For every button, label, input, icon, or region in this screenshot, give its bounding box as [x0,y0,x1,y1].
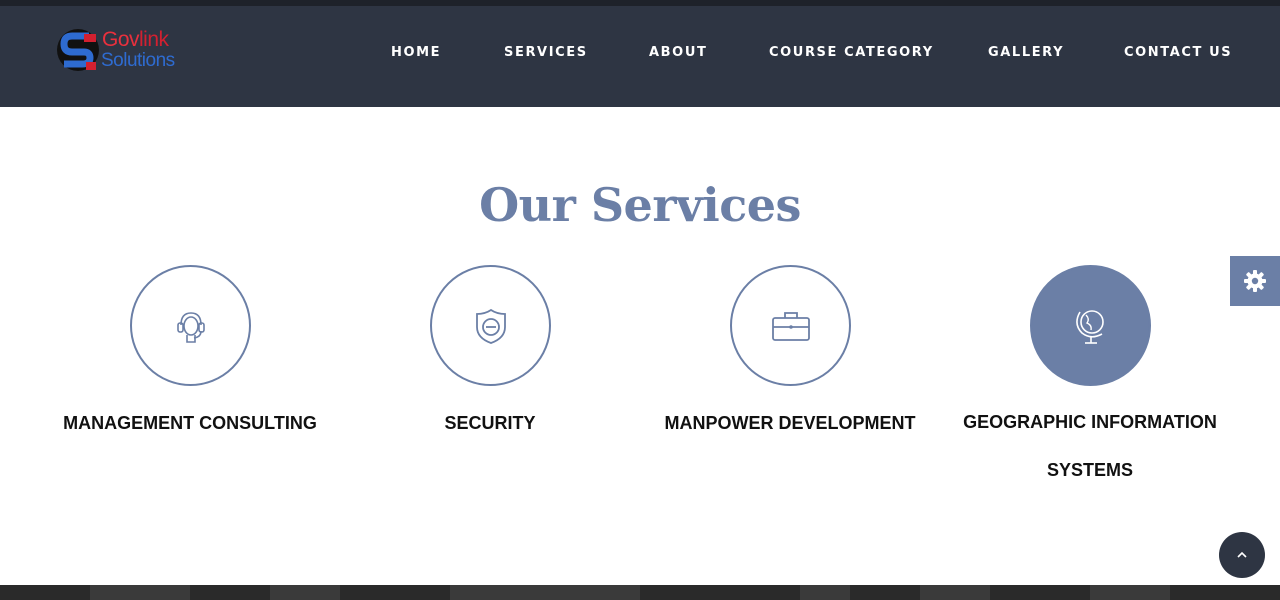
nav-services[interactable]: SERVICES [504,45,588,60]
service-icon-circle [730,265,851,386]
service-icon-circle [130,265,251,386]
site-logo[interactable]: Govlink Solutions [56,22,176,82]
settings-panel-toggle[interactable] [1230,256,1280,306]
footer-image-strip [0,585,1280,600]
scroll-to-top-button[interactable] [1219,532,1265,578]
logo-link: link [139,28,169,51]
service-label-line1: GEOGRAPHIC INFORMATION [963,412,1217,432]
nav-course-category[interactable]: COURSE CATEGORY [769,45,934,60]
chevron-up-icon [1237,551,1247,558]
service-label: SECURITY [444,413,536,433]
briefcase-icon [771,311,810,341]
service-label-line2: SYSTEMS [1046,460,1134,480]
navbar: Govlink Solutions HOME SERVICES ABOUT CO… [0,6,1280,107]
service-label: GEOGRAPHIC INFORMATION SYSTEMS [940,398,1240,494]
nav-about[interactable]: ABOUT [649,45,707,60]
logo-text-govlink: Govlink [102,28,169,52]
service-label: MANAGEMENT CONSULTING [63,413,317,433]
service-label: MANPOWER DEVELOPMENT [664,413,916,433]
logo-gov: Gov [102,28,140,51]
nav-home[interactable]: HOME [391,45,441,60]
globe-icon [1075,309,1104,344]
section-title: Our Services [479,178,801,232]
service-icon-circle [430,265,551,386]
service-icon-circle [1030,265,1151,386]
nav-gallery[interactable]: GALLERY [988,45,1064,60]
nav-contact-us[interactable]: CONTACT US [1124,45,1232,60]
logo-mark-icon [57,29,99,71]
shield-icon [475,308,506,344]
headset-icon [176,311,205,343]
gear-icon [1244,270,1266,292]
logo-text-solutions: Solutions [101,50,175,71]
